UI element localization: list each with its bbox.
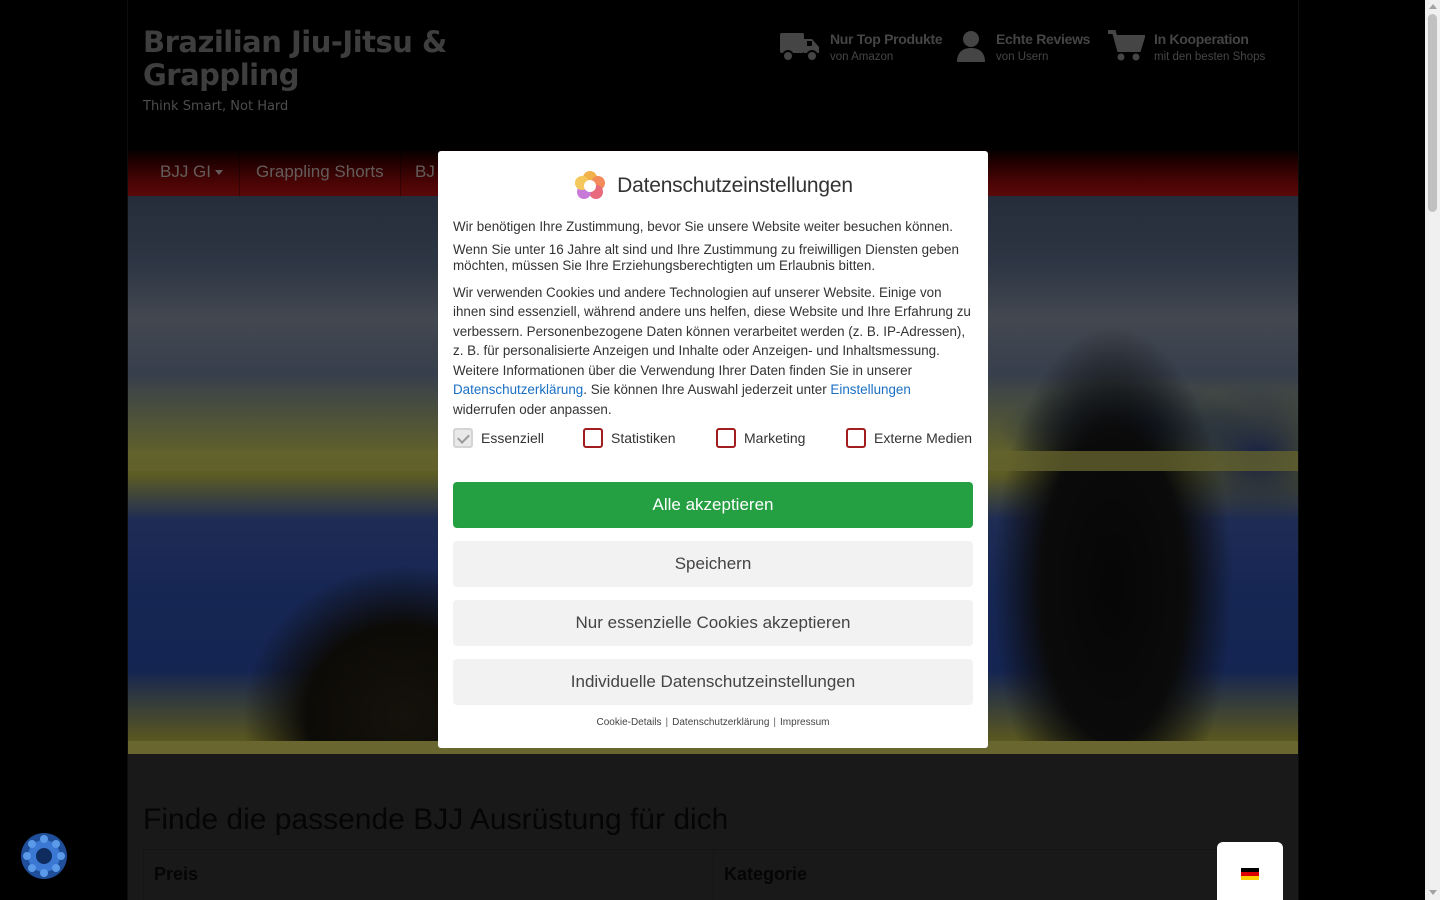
dialog-title: Datenschutzeinstellungen — [617, 174, 853, 197]
german-flag-icon — [1241, 868, 1259, 880]
checkbox-essential: Essenziell — [453, 427, 544, 449]
checkbox-label: Marketing — [744, 430, 806, 446]
consent-intro-text: Wir benötigen Ihre Zustimmung, bevor Sie… — [453, 219, 953, 234]
individual-settings-button[interactable]: Individuelle Datenschutzeinstellungen — [453, 659, 973, 705]
privacy-settings-badge-icon[interactable] — [20, 832, 68, 880]
dialog-header: Datenschutzeinstellungen — [438, 169, 988, 203]
checkbox-statistics-box[interactable] — [583, 428, 603, 448]
dialog-body: Wir benötigen Ihre Zustimmung, bevor Sie… — [453, 217, 973, 425]
checkbox-marketing[interactable]: Marketing — [716, 427, 805, 449]
save-button[interactable]: Speichern — [453, 541, 973, 587]
checkbox-label: Essenziell — [481, 430, 545, 446]
footer-privacy-link[interactable]: Datenschutzerklärung — [672, 717, 769, 728]
checkbox-marketing-box[interactable] — [716, 428, 736, 448]
checkbox-external-media[interactable]: Externe Medien — [846, 427, 972, 449]
checkbox-label: Statistiken — [611, 430, 676, 446]
checkbox-label: Externe Medien — [874, 430, 973, 446]
vertical-scrollbar[interactable] — [1425, 0, 1440, 900]
settings-link[interactable]: Einstellungen — [830, 382, 910, 397]
privacy-policy-link[interactable]: Datenschutzerklärung — [453, 382, 583, 397]
cookie-description-text: Wir verwenden Cookies und andere Technol… — [453, 283, 973, 420]
cookie-description-part: widerrufen oder anpassen. — [453, 401, 612, 417]
scroll-down-icon[interactable] — [1429, 890, 1437, 895]
privacy-settings-dialog: Datenschutzeinstellungen Wir benötigen I… — [438, 151, 988, 748]
scrollbar-thumb[interactable] — [1428, 14, 1437, 212]
imprint-link[interactable]: Impressum — [780, 717, 829, 728]
checkbox-essential-box — [453, 428, 473, 448]
footer-separator: | — [665, 717, 669, 728]
cookie-flower-icon — [575, 171, 606, 199]
accept-all-button[interactable]: Alle akzeptieren — [453, 482, 973, 528]
footer-separator: | — [773, 717, 777, 728]
age-notice-text: Wenn Sie unter 16 Jahre alt sind und Ihr… — [453, 241, 959, 273]
cookie-details-link[interactable]: Cookie-Details — [597, 717, 662, 728]
consent-checkbox-group: Essenziell Statistiken Marketing Externe… — [453, 427, 973, 449]
checkbox-external-media-box[interactable] — [846, 428, 866, 448]
accept-essential-button[interactable]: Nur essenzielle Cookies akzeptieren — [453, 600, 973, 646]
cookie-description-part: . Sie können Ihre Auswahl jederzeit unte… — [583, 382, 831, 397]
scroll-up-icon[interactable] — [1429, 4, 1437, 9]
checkbox-statistics[interactable]: Statistiken — [583, 427, 676, 449]
language-switcher[interactable] — [1217, 842, 1283, 900]
dialog-footer-links: Cookie-Details | Datenschutzerklärung | Impr… — [438, 717, 988, 728]
cookie-description-part: Wir verwenden Cookies und andere Technol… — [453, 284, 971, 378]
